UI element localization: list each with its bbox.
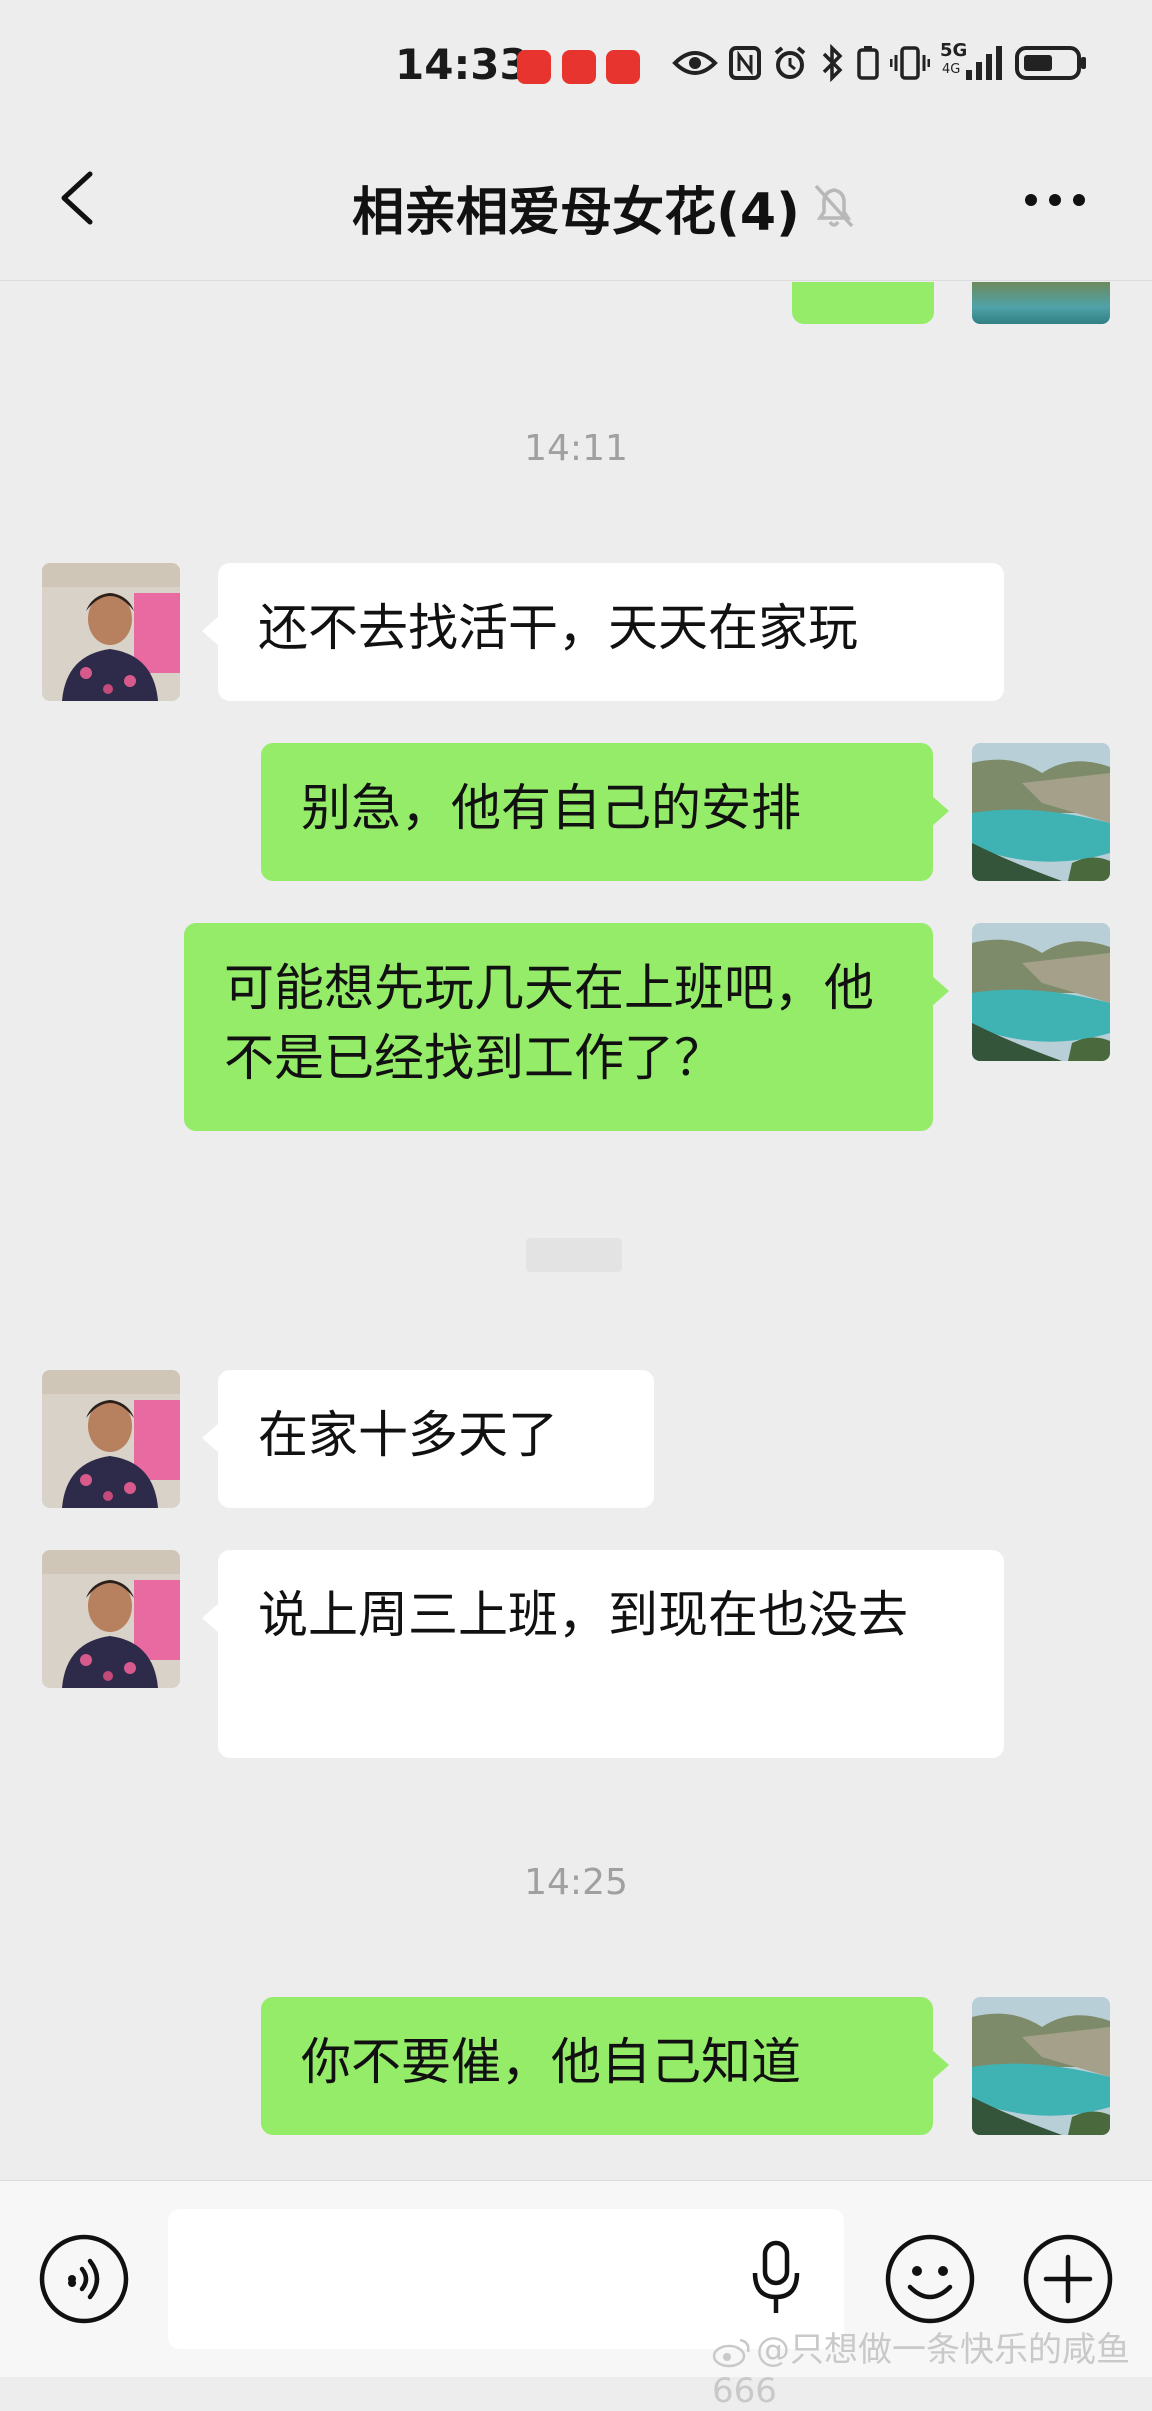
avatar-self[interactable] — [972, 923, 1110, 1061]
time-separator: 14:25 — [524, 1862, 628, 1903]
system-icons: 5G 4G — [672, 40, 1088, 82]
huawei-app-icon — [517, 50, 551, 84]
battery-icon — [1015, 46, 1086, 80]
voice-mode-button[interactable] — [38, 2233, 130, 2325]
message-bubble-outgoing[interactable]: 你不要催，他自己知道 — [261, 1997, 949, 2135]
bluetooth-icon — [822, 44, 843, 82]
chat-title[interactable]: 相亲相爱母女花(4) — [0, 170, 1152, 245]
message-bubble-incoming[interactable]: 说上周三上班，到现在也没去 — [202, 1550, 1004, 1758]
message-bubble-incoming[interactable]: 还不去找活干，天天在家玩 — [202, 563, 1004, 701]
time-separator: 14:11 — [524, 428, 628, 469]
avatar-self-partial — [972, 282, 1110, 324]
avatar-mother[interactable] — [42, 563, 180, 701]
network-indicator: 5G 4G — [940, 40, 1004, 82]
vibrate-icon — [890, 46, 930, 80]
status-time: 14:33 — [395, 40, 529, 89]
plus-icon — [1023, 2234, 1113, 2324]
avatar-self[interactable] — [972, 1997, 1110, 2135]
alarm-icon — [774, 46, 806, 79]
network-label-small: 4G — [942, 62, 961, 77]
message-bubble-outgoing[interactable]: 别急，他有自己的安排 — [261, 743, 949, 881]
avatar-self[interactable] — [972, 743, 1110, 881]
message-bubble-outgoing[interactable]: 可能想先玩几天在上班吧，他不是已经找到工作了？ — [184, 923, 949, 1131]
watermark: @只想做一条快乐的咸鱼666 — [712, 2322, 1152, 2411]
message-bubble-incoming[interactable]: 在家十多天了 — [202, 1370, 654, 1508]
partial-message-bubble — [792, 282, 934, 324]
emoji-icon — [885, 2234, 975, 2324]
avatar-mother[interactable] — [42, 1550, 180, 1688]
nfc-icon — [729, 46, 761, 80]
status-bar: 14:33 5G 4G — [0, 0, 1152, 130]
more-button[interactable] — [1015, 170, 1095, 230]
loading-placeholder — [526, 1238, 622, 1272]
eye-icon — [672, 51, 718, 75]
battery-saver-icon — [857, 46, 879, 80]
weibo-logo-icon — [712, 2338, 750, 2367]
bell-muted-icon — [814, 184, 854, 228]
more-functions-button[interactable] — [1022, 2233, 1114, 2325]
xiaohongshu-icon — [606, 50, 640, 84]
signal-icon — [966, 46, 1002, 80]
mic-icon[interactable] — [750, 2239, 802, 2319]
emoji-button[interactable] — [884, 2233, 976, 2325]
more-dots-icon — [1025, 194, 1085, 206]
chat-header: 相亲相爱母女花(4) — [0, 130, 1152, 281]
voice-icon — [39, 2234, 129, 2324]
xiaohongshu-icon — [562, 50, 596, 84]
avatar-mother[interactable] — [42, 1370, 180, 1508]
watermark-text: @只想做一条快乐的咸鱼666 — [712, 2330, 1130, 2411]
